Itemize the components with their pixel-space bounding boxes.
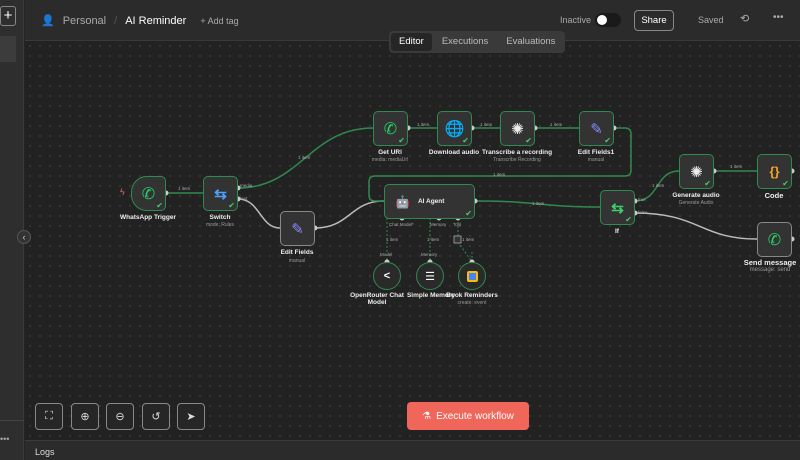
node-edit-fields[interactable]: ✎	[280, 211, 315, 246]
node-openrouter-model[interactable]: <	[373, 262, 401, 290]
pencil-icon: ✎	[291, 220, 304, 238]
node-download-audio[interactable]: 🌐 ✔	[437, 111, 472, 146]
node-label: AI Agent	[417, 198, 445, 205]
add-tool-icon	[453, 235, 462, 244]
whatsapp-icon: ✆	[767, 231, 782, 249]
node-label: If	[615, 228, 619, 235]
node-whatsapp-trigger[interactable]: ✆ ✔	[131, 176, 166, 211]
edge-label: 1 item	[730, 164, 743, 169]
tab-executions[interactable]: Executions	[434, 33, 496, 51]
node-edit-fields1[interactable]: ✎ ✔	[579, 111, 614, 146]
trigger-bolt-icon: ϟ	[120, 187, 125, 197]
node-book-reminders[interactable]	[458, 262, 486, 290]
openai-icon: ✺	[690, 163, 703, 181]
agent-input-tool: Tool	[453, 222, 462, 227]
node-subtitle: create: event	[457, 300, 487, 306]
node-simple-memory[interactable]: ☰	[416, 262, 444, 290]
node-subtitle: manual	[587, 157, 605, 163]
node-subtitle: mode: Rules	[205, 222, 235, 228]
edge-label: 1 item	[427, 237, 440, 242]
node-subtitle: manual	[288, 258, 306, 264]
node-subtitle: message: send	[749, 267, 791, 273]
zoom-in-button[interactable]: ⊕	[71, 403, 99, 430]
whatsapp-icon: ✆	[141, 185, 156, 203]
node-transcribe[interactable]: ✺ ✔	[500, 111, 535, 146]
zoom-in-icon: ⊕	[80, 411, 90, 423]
model-input-label: Model	[380, 252, 393, 257]
node-generate-audio[interactable]: ✺ ✔	[679, 154, 714, 189]
fit-view-button[interactable]: ⛶	[35, 403, 63, 430]
node-label: Edit Fields1	[577, 149, 615, 156]
edge-label: 1 item	[178, 186, 191, 191]
undo-icon: ↺	[151, 411, 161, 423]
node-label: Code	[764, 191, 784, 200]
node-label: Switch	[209, 214, 231, 221]
view-tabs: Editor Executions Evaluations	[389, 31, 566, 53]
edge-label: 1 item	[550, 122, 563, 127]
edge-label: 1 item	[386, 237, 399, 242]
cursor-icon: ➤	[186, 411, 196, 423]
robot-icon: 🤖	[395, 194, 410, 209]
node-switch[interactable]: ⇆ ✔	[203, 176, 238, 211]
tidy-up-button[interactable]: ➤	[177, 403, 205, 430]
agent-input-memory: Memory	[430, 222, 447, 227]
node-label: Transcribe a recording	[481, 149, 553, 156]
zoom-out-icon: ⊖	[115, 411, 125, 423]
reset-zoom-button[interactable]: ↺	[142, 403, 170, 430]
edge-label: 1 item	[480, 122, 493, 127]
edge-label: 1 item	[298, 155, 311, 160]
zoom-out-button[interactable]: ⊖	[106, 403, 134, 430]
edge-label: 1 item	[532, 201, 545, 206]
database-icon: ☰	[425, 270, 435, 283]
edge-label: 1 item	[652, 183, 665, 188]
agent-input-chat-model: Chat Model*	[389, 222, 414, 227]
edge-label: 1 item	[493, 172, 506, 177]
if-output-true: true	[638, 197, 646, 202]
node-subtitle: Transcribe Recording	[493, 157, 541, 163]
node-if[interactable]: ⇆ ✔	[600, 190, 635, 225]
google-calendar-icon	[466, 270, 478, 282]
node-subtitle: media: mediaUrl	[371, 157, 409, 163]
switch-output-text: text	[240, 196, 248, 201]
node-label: Book Reminders	[446, 292, 498, 299]
openai-icon: ✺	[511, 120, 524, 138]
if-icon: ⇆	[611, 199, 624, 217]
pencil-icon: ✎	[590, 120, 603, 138]
switch-icon: ⇆	[214, 185, 227, 203]
fit-view-icon: ⛶	[45, 410, 53, 422]
execute-workflow-button[interactable]: ⚗ Execute workflow	[407, 402, 529, 430]
node-label: Send message	[743, 258, 797, 267]
node-subtitle: Generate Audio	[678, 200, 714, 206]
openrouter-icon: <	[383, 270, 391, 282]
code-braces-icon: {}	[769, 164, 780, 179]
edge-label: 1 item	[417, 122, 430, 127]
switch-output-media: media	[240, 183, 253, 188]
flask-icon: ⚗	[422, 410, 432, 422]
tab-editor[interactable]: Editor	[391, 33, 432, 51]
edge-label: 1 item	[462, 237, 475, 242]
connections	[163, 125, 795, 265]
whatsapp-icon: ✆	[383, 120, 398, 138]
node-code[interactable]: {} ✔	[757, 154, 792, 189]
memory-input-label: Memory	[421, 252, 438, 257]
node-send-message[interactable]: ✆	[757, 222, 792, 257]
node-get-url[interactable]: ✆ ✔	[373, 111, 408, 146]
node-label: Edit Fields	[280, 249, 314, 256]
execute-label: Execute workflow	[436, 410, 514, 422]
tab-evaluations[interactable]: Evaluations	[498, 33, 563, 51]
node-ai-agent[interactable]: 🤖 AI Agent ✔	[384, 184, 475, 219]
collapse-sidebar-icon[interactable]: ‹	[17, 230, 31, 244]
node-label: Generate audio	[672, 192, 720, 199]
if-output-false: false	[638, 210, 648, 215]
